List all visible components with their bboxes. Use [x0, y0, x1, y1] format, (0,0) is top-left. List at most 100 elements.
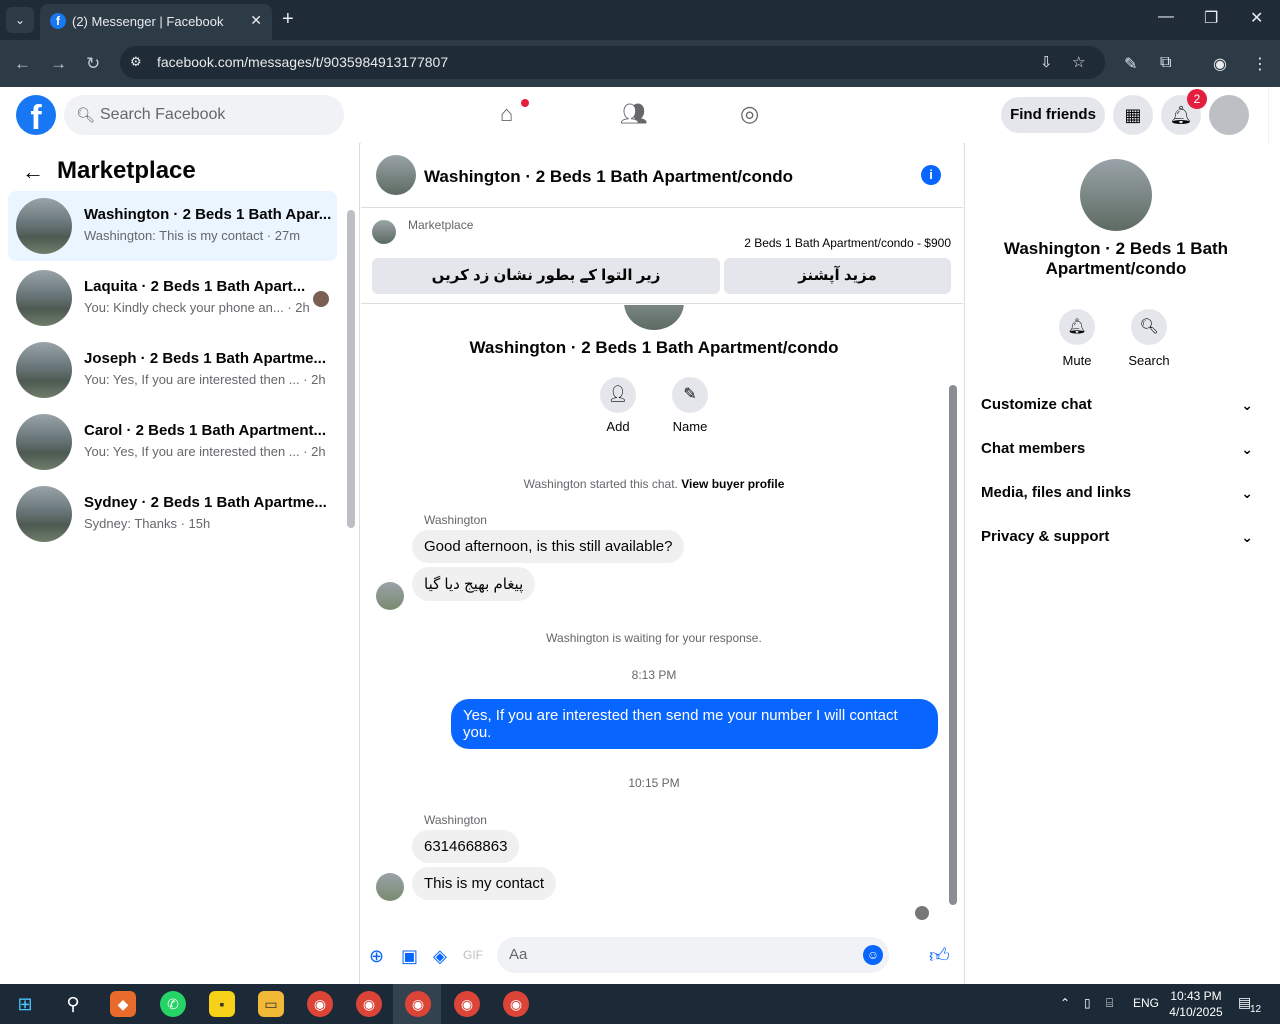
new-tab-icon[interactable]: +	[282, 8, 294, 31]
info-icon[interactable]: i	[921, 165, 941, 185]
tab-title: (2) Messenger | Facebook	[72, 14, 224, 29]
mute-action[interactable]: 🔔︎ Mute	[1047, 309, 1107, 368]
photo-icon[interactable]: ▣	[401, 946, 418, 967]
windows-start-icon[interactable]: ⊞	[12, 991, 38, 1017]
conversation-item[interactable]: Joseph · 2 Beds 1 Bath Apartme... You: Y…	[8, 335, 337, 405]
file-explorer-icon[interactable]: ▭	[258, 991, 284, 1017]
menu-grid-icon[interactable]: ▦	[1113, 95, 1153, 135]
message-input[interactable]: Aa ☺	[497, 937, 889, 973]
conversation-name: Carol · 2 Beds 1 Bath Apartment...	[84, 422, 326, 439]
tab-list-button[interactable]: ⌄	[6, 7, 34, 33]
search-action[interactable]: 🔍︎ Search	[1119, 309, 1179, 368]
language-indicator[interactable]: ENG	[1133, 996, 1159, 1010]
chat-avatar[interactable]	[376, 155, 416, 195]
view-buyer-profile-link[interactable]: View buyer profile	[681, 477, 784, 491]
back-icon[interactable]: ←	[14, 54, 31, 74]
network-icon[interactable]: ⌸	[1106, 996, 1113, 1011]
chrome-icon[interactable]: ◉	[454, 991, 480, 1017]
conversation-list-scrollbar[interactable]	[347, 210, 355, 528]
copilot-icon[interactable]: ◆	[110, 991, 136, 1017]
timestamp: 8:13 PM	[631, 668, 677, 682]
customize-chat-section[interactable]: Customize chat ⌄	[981, 385, 1253, 425]
profile-icon[interactable]: ◉	[1213, 54, 1227, 74]
name-action[interactable]: ✎ Name	[660, 377, 720, 434]
find-friends-button[interactable]: Find friends	[1001, 97, 1105, 133]
friends-icon[interactable]: 👥︎	[620, 101, 648, 127]
pen-icon[interactable]: ✎	[1124, 54, 1137, 74]
name-label: Name	[672, 419, 708, 434]
sender-avatar[interactable]	[376, 582, 404, 610]
bookmark-star-icon[interactable]: ☆	[1072, 53, 1085, 71]
whatsapp-icon[interactable]: ✆	[160, 991, 186, 1017]
gif-icon[interactable]: GIF	[463, 948, 483, 962]
chevron-down-icon: ⌄	[1241, 529, 1253, 545]
close-tab-icon[interactable]: ✕	[250, 12, 262, 29]
chrome-icon[interactable]: ◉	[356, 991, 382, 1017]
facebook-header: f 🔍︎ Search Facebook ⌂ 👥︎ ◎ Find friends…	[0, 87, 1268, 143]
system-clock[interactable]: 10:43 PM 4/10/2025	[1168, 988, 1224, 1020]
restore-icon[interactable]: ❐	[1204, 8, 1218, 28]
notification-badge: 2	[1187, 89, 1207, 109]
install-app-icon[interactable]: ⇩	[1040, 53, 1053, 71]
emoji-icon[interactable]: ☺	[863, 945, 883, 965]
forward-icon[interactable]: →	[50, 54, 67, 74]
message-bubble[interactable]: 6314668863	[412, 830, 520, 863]
facebook-logo-icon[interactable]: f	[16, 95, 56, 135]
mark-pending-button[interactable]: زیر التوا کے بطور نشان زد کریں	[372, 258, 720, 294]
sender-name: Washington	[424, 513, 487, 527]
sticker-icon[interactable]: ◈	[433, 946, 447, 967]
conversation-name: Sydney · 2 Beds 1 Bath Apartme...	[84, 494, 327, 511]
conversation-item[interactable]: Carol · 2 Beds 1 Bath Apartment... You: …	[8, 407, 337, 477]
message-thread: Washington · 2 Beds 1 Bath Apartment/con…	[361, 305, 963, 923]
message-bubble[interactable]: پیغام بھیج دیا گیا	[412, 567, 536, 601]
chrome-icon[interactable]: ◉	[405, 991, 431, 1017]
sender-avatar[interactable]	[376, 873, 404, 901]
privacy-support-section[interactable]: Privacy & support ⌄	[981, 517, 1253, 557]
add-person-icon: 👤︎	[600, 377, 636, 413]
add-action[interactable]: 👤︎ Add	[588, 377, 648, 434]
plus-icon[interactable]: ⊕	[369, 946, 384, 967]
close-window-icon[interactable]: ✕	[1250, 8, 1263, 28]
facebook-search[interactable]: 🔍︎ Search Facebook	[64, 95, 344, 135]
tray-device-icon[interactable]: ▯	[1084, 996, 1091, 1010]
chat-header: Washington · 2 Beds 1 Bath Apartment/con…	[361, 143, 963, 208]
chrome-icon[interactable]: ◉	[307, 991, 333, 1017]
chat-members-section[interactable]: Chat members ⌄	[981, 429, 1253, 469]
message-placeholder: Aa	[509, 946, 528, 963]
conversation-name: Washington · 2 Beds 1 Bath Apar...	[84, 206, 332, 223]
marketplace-listing-bar: Marketplace 2 Beds 1 Bath Apartment/cond…	[361, 208, 963, 304]
conversation-item[interactable]: Laquita · 2 Beds 1 Bath Apart... You: Ki…	[8, 263, 337, 333]
media-files-section[interactable]: Media, files and links ⌄	[981, 473, 1253, 513]
menu-dots-icon[interactable]: ⋮	[1252, 54, 1268, 74]
like-thumb-icon[interactable]: 👍︎	[929, 944, 950, 968]
chat-scrollbar[interactable]	[949, 385, 957, 905]
chrome-icon[interactable]: ◉	[503, 991, 529, 1017]
mute-label: Mute	[1062, 353, 1092, 368]
more-options-button[interactable]: مزید آپشنز	[724, 258, 951, 294]
conversation-item[interactable]: Sydney · 2 Beds 1 Bath Apartme... Sydney…	[8, 479, 337, 549]
browser-tab[interactable]: f (2) Messenger | Facebook ✕	[40, 4, 272, 40]
sticky-notes-icon[interactable]: ▪	[209, 991, 235, 1017]
message-bubble[interactable]: This is my contact	[412, 867, 557, 900]
listing-thumbnail[interactable]	[372, 220, 396, 244]
back-arrow-icon[interactable]: ←	[22, 159, 44, 185]
chat-title[interactable]: Washington · 2 Beds 1 Bath Apartment/con…	[424, 167, 793, 187]
tray-chevron-up-icon[interactable]: ⌃	[1060, 996, 1070, 1010]
chat-pane: Washington · 2 Beds 1 Bath Apartment/con…	[361, 143, 963, 984]
home-icon[interactable]: ⌂	[500, 101, 513, 127]
chat-info-avatar[interactable]	[1080, 159, 1152, 231]
url-bar[interactable]: ⚙ facebook.com/messages/t/90359849131778…	[120, 46, 1105, 79]
add-label: Add	[606, 419, 630, 434]
groups-icon[interactable]: ◎	[740, 101, 759, 127]
reload-icon[interactable]: ↻	[86, 54, 100, 74]
extensions-icon[interactable]: ⧉	[1160, 54, 1171, 72]
account-avatar[interactable]	[1209, 95, 1249, 135]
my-message-bubble[interactable]: Yes, If you are interested then send me …	[451, 699, 938, 749]
chat-info-name: Washington · 2 Beds 1 Bath Apartment/con…	[1003, 239, 1229, 278]
conversation-item[interactable]: Washington · 2 Beds 1 Bath Apar... Washi…	[8, 191, 337, 261]
site-info-icon[interactable]: ⚙	[130, 54, 142, 70]
search-icon[interactable]: ⚲	[60, 991, 86, 1017]
minimize-icon[interactable]: —	[1158, 8, 1174, 26]
chat-started-notice: Washington started this chat. View buyer…	[361, 477, 947, 491]
message-bubble[interactable]: Good afternoon, is this still available?	[412, 530, 685, 563]
